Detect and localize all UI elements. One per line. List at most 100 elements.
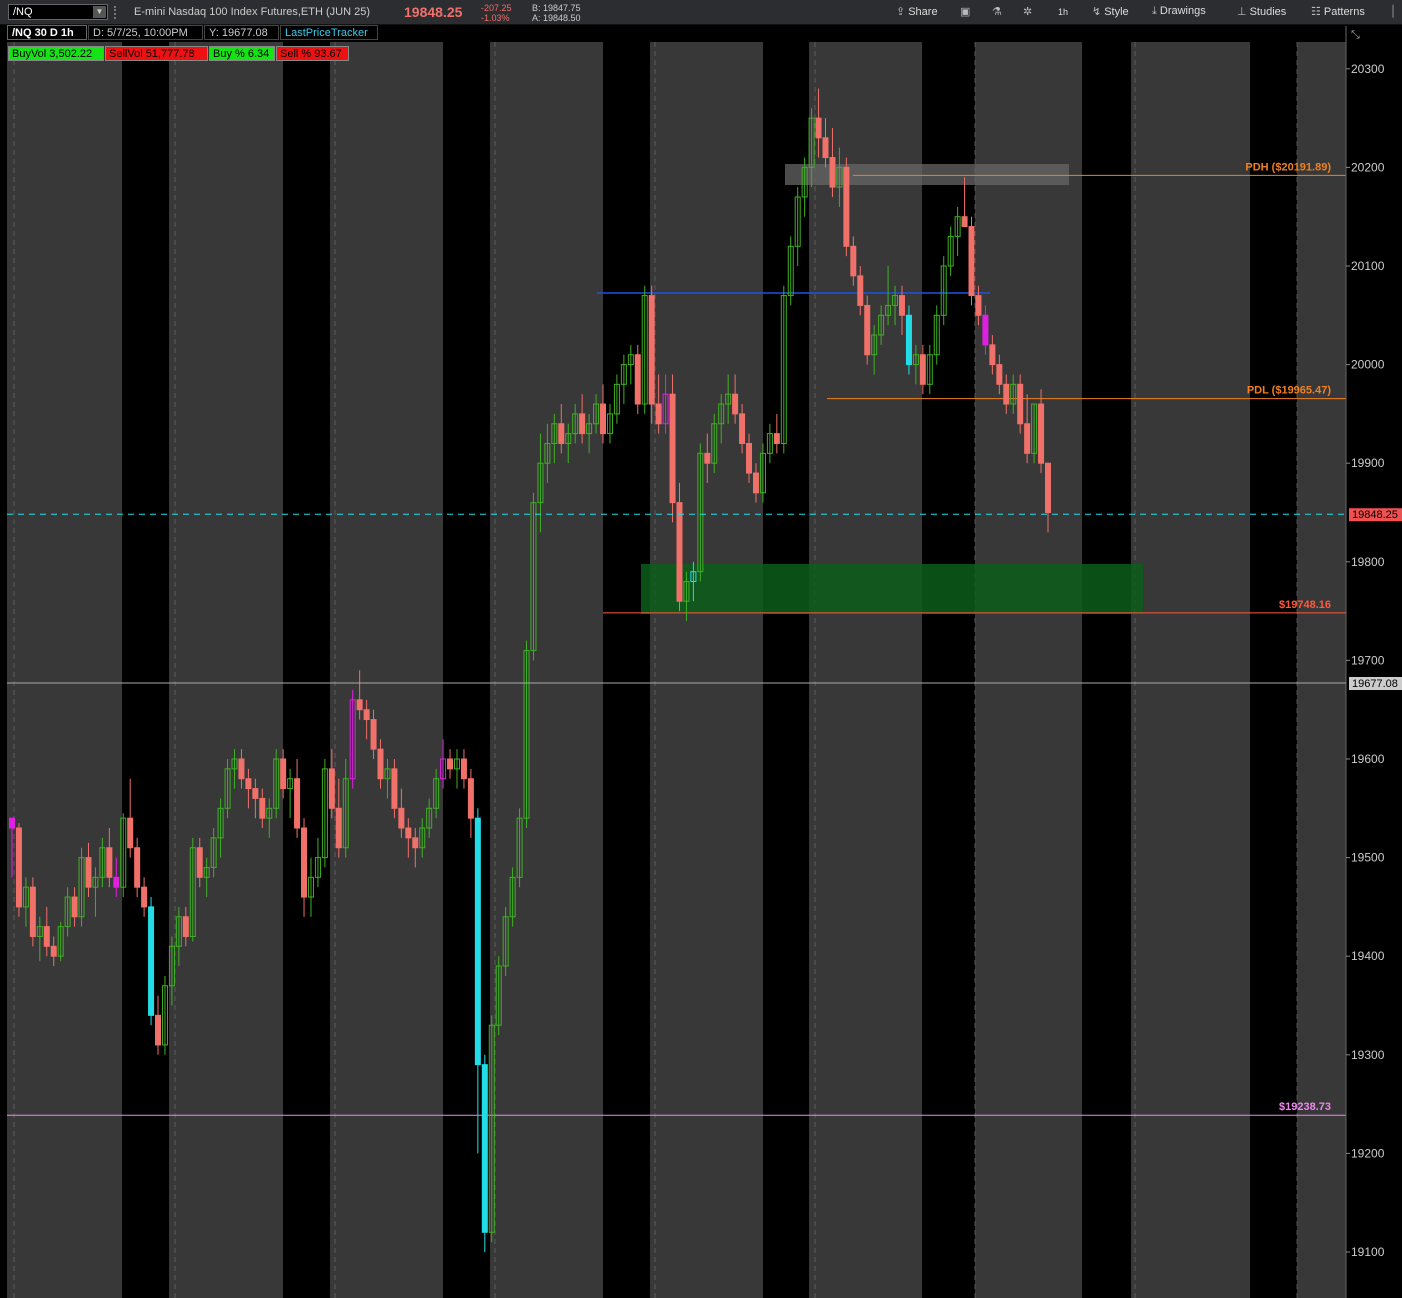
candle-87 [613, 374, 620, 424]
camera-icon: ▣ [960, 6, 971, 18]
price-readout: Y: 19677.08 [204, 25, 279, 40]
tick-label-10: 19300 [1351, 1048, 1385, 1062]
candle-96 [676, 482, 683, 612]
buy-percent-label: Buy % 6.34 [209, 46, 275, 61]
tick-label-6: 19700 [1351, 653, 1385, 667]
session-band-3 [490, 42, 603, 1298]
low-level-label: $19748.16 [1279, 599, 1331, 611]
patterns-icon: ☷ [1311, 6, 1321, 18]
candle-109 [766, 423, 773, 464]
tick-label-4: 19900 [1351, 456, 1385, 470]
last-price: 19848.25 [404, 4, 463, 20]
session-band-0 [7, 42, 122, 1298]
session-band-7 [1131, 42, 1250, 1298]
flask-icon: ⚗ [992, 6, 1002, 18]
candle-67 [474, 808, 481, 1154]
buy-volume-label: BuyVol 3,502.22 [8, 46, 104, 61]
symbol-text: /NQ [13, 6, 33, 18]
candle-40 [287, 768, 294, 819]
weekly-low-label: $19238.73 [1279, 1101, 1331, 1113]
candle-20 [148, 897, 155, 1026]
more-icon[interactable]: ▕ [1385, 5, 1393, 21]
tick-label-2: 20100 [1351, 259, 1385, 273]
instrument-description: E-mini Nasdaq 100 Index Futures,ETH (JUN… [134, 6, 370, 18]
candle-89 [627, 344, 634, 385]
ask-price: A: 19848.50 [532, 13, 581, 23]
candle-18 [134, 837, 141, 898]
supply-zone [785, 164, 1069, 185]
candle-19 [141, 877, 148, 917]
candle-41 [294, 759, 301, 838]
candle-42 [301, 818, 308, 917]
candle-66 [467, 768, 474, 838]
tick-label-11: 19200 [1351, 1146, 1385, 1160]
candle-63 [447, 749, 454, 779]
tick-label-3: 20000 [1351, 358, 1385, 372]
candle-90 [634, 344, 641, 414]
candle-112 [787, 236, 794, 306]
grip-icon[interactable] [114, 6, 122, 19]
session-band-2 [330, 42, 443, 1298]
candle-135 [947, 226, 954, 276]
candle-95 [669, 374, 676, 523]
candle-86 [606, 404, 613, 444]
gear-icon: ✲ [1023, 6, 1033, 18]
candle-17 [127, 778, 134, 858]
patterns-button[interactable]: ☷ Patterns [1311, 5, 1365, 21]
price-chart[interactable]: PDH ($20191.89) PDL ($19965.47) $19748.16 $… [0, 26, 1402, 1298]
tick-label-5: 19800 [1351, 555, 1385, 569]
candle-64 [453, 749, 460, 789]
tick-label-7: 19600 [1351, 752, 1385, 766]
tick-label-9: 19400 [1351, 949, 1385, 963]
candle-22 [161, 975, 168, 1055]
sell-volume-label: SellVol 51,777.78 [105, 46, 208, 61]
session-shading [7, 42, 1346, 1298]
session-band-4 [650, 42, 763, 1298]
studies-icon: ⊥ [1237, 6, 1247, 18]
candle-88 [620, 354, 627, 405]
candle-21 [155, 995, 162, 1055]
candle-3 [29, 877, 36, 947]
studies-button[interactable]: ⊥ Studies [1237, 5, 1286, 21]
net-change: -207.25 [481, 3, 512, 13]
PDL-label: PDL ($19965.47) [1247, 385, 1332, 397]
candle-133 [933, 305, 940, 365]
candle-138 [968, 216, 975, 306]
session-band-6 [975, 42, 1082, 1298]
drawings-icon: ⤓ [1152, 5, 1157, 17]
drawings-button[interactable]: ⤓ Drawings [1152, 5, 1206, 21]
percent-change: -1.03% [481, 13, 510, 23]
tracker-label[interactable]: LastPriceTracker [280, 25, 378, 40]
candle-113 [794, 187, 801, 266]
demand-zone [641, 564, 1143, 614]
tick-label-0: 20300 [1351, 62, 1385, 76]
tick-label-8: 19500 [1351, 851, 1385, 865]
chevron-down-icon[interactable]: ▼ [93, 6, 106, 18]
sell-percent-label: Sell % 93.67 [276, 46, 349, 61]
bid-price: B: 19847.75 [532, 3, 581, 13]
snapshot-button[interactable]: ▣ [960, 5, 973, 21]
candle-68 [481, 1054, 488, 1252]
timeframe-button[interactable]: 1h [1058, 7, 1068, 23]
candle-43 [307, 857, 314, 917]
candle-123 [864, 295, 871, 365]
candle-129 [905, 305, 912, 375]
candle-44 [314, 837, 321, 888]
flask-button[interactable]: ⚗ [992, 5, 1005, 21]
candle-120 [843, 157, 850, 257]
PDH-label: PDH ($20191.89) [1245, 161, 1331, 173]
candle-132 [926, 344, 933, 395]
date-readout: D: 5/7/25, 10:00PM [88, 25, 203, 40]
session-band-5 [809, 42, 922, 1298]
share-button[interactable]: ⇪ Share [896, 5, 938, 21]
settings-button[interactable]: ✲ [1023, 5, 1035, 21]
candle-110 [773, 413, 780, 454]
symbol-input[interactable]: /NQ ▼ [8, 4, 108, 20]
chart-label[interactable]: /NQ 30 D 1h [7, 25, 87, 40]
axis-collapse-icon: ⤡ [1351, 28, 1360, 41]
style-button[interactable]: ↯ Style [1092, 5, 1129, 21]
style-icon: ↯ [1092, 6, 1102, 18]
candle-92 [648, 285, 655, 424]
candle-91 [641, 285, 648, 414]
tick-label-12: 19100 [1351, 1245, 1385, 1259]
